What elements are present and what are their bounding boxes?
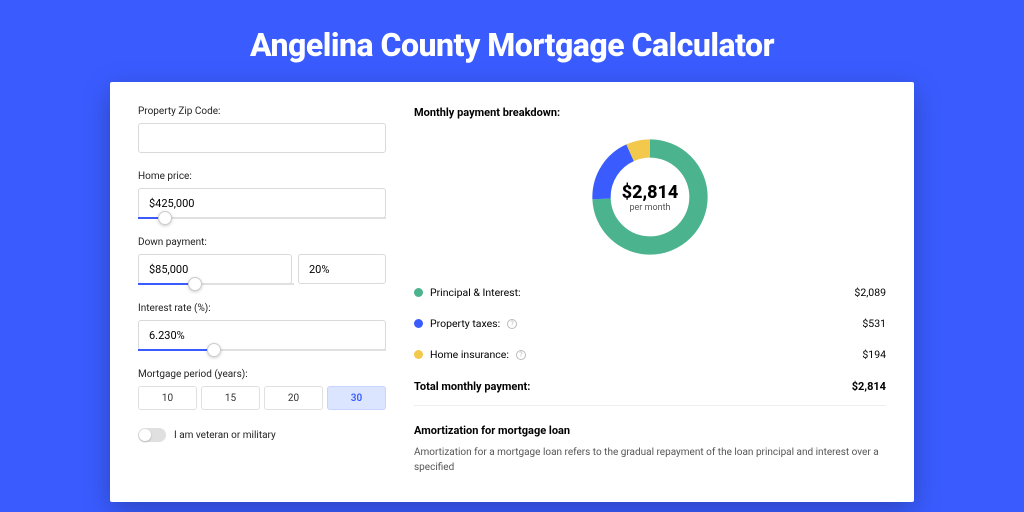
down-payment-group: Down payment:: [138, 237, 386, 285]
period-btn-10[interactable]: 10: [138, 386, 197, 410]
veteran-toggle[interactable]: [138, 428, 166, 442]
donut-chart: $2,814 per month: [586, 133, 714, 261]
interest-rate-input[interactable]: [138, 320, 386, 350]
legend-label: Property taxes:: [430, 317, 500, 330]
donut-chart-wrap: $2,814 per month: [414, 129, 886, 277]
zip-label: Property Zip Code:: [138, 106, 386, 117]
donut-total-amount: $2,814: [622, 182, 679, 203]
interest-rate-label: Interest rate (%):: [138, 303, 386, 314]
legend-dot-icon: [414, 319, 423, 328]
divider: [414, 405, 886, 406]
donut-sub-label: per month: [629, 203, 670, 213]
total-label: Total monthly payment:: [414, 380, 530, 393]
mortgage-period-group: Mortgage period (years): 10152030: [138, 369, 386, 410]
total-row: Total monthly payment: $2,814: [414, 370, 886, 403]
breakdown-title: Monthly payment breakdown:: [414, 106, 886, 119]
period-btn-15[interactable]: 15: [201, 386, 260, 410]
amortization-body: Amortization for a mortgage loan refers …: [414, 445, 886, 475]
interest-rate-slider[interactable]: [138, 349, 386, 351]
veteran-label: I am veteran or military: [174, 430, 276, 441]
down-payment-slider-thumb[interactable]: [188, 277, 202, 291]
veteran-toggle-row: I am veteran or military: [138, 428, 386, 442]
period-btn-20[interactable]: 20: [264, 386, 323, 410]
legend-row: Property taxes:? $531: [414, 308, 886, 339]
zip-field-group: Property Zip Code:: [138, 106, 386, 153]
mortgage-period-label: Mortgage period (years):: [138, 369, 386, 380]
down-payment-amount-input[interactable]: [138, 254, 292, 284]
legend-value: $531: [862, 317, 886, 330]
form-column: Property Zip Code: Home price: Down paym…: [138, 106, 386, 502]
zip-input[interactable]: [138, 123, 386, 153]
home-price-group: Home price:: [138, 171, 386, 219]
interest-rate-slider-thumb[interactable]: [207, 343, 221, 357]
total-value: $2,814: [852, 380, 886, 393]
down-payment-pct-input[interactable]: [298, 254, 386, 284]
breakdown-column: Monthly payment breakdown: $2,814 per mo…: [414, 106, 886, 502]
home-price-slider[interactable]: [138, 217, 386, 219]
interest-rate-group: Interest rate (%):: [138, 303, 386, 351]
legend-value: $194: [862, 348, 886, 361]
down-payment-label: Down payment:: [138, 237, 386, 248]
home-price-slider-thumb[interactable]: [158, 211, 172, 225]
legend-label: Home insurance:: [430, 348, 509, 361]
legend-row: Principal & Interest: $2,089: [414, 277, 886, 308]
down-payment-slider[interactable]: [138, 283, 294, 285]
legend-row: Home insurance:? $194: [414, 339, 886, 370]
legend-dot-icon: [414, 350, 423, 359]
legend-dot-icon: [414, 288, 423, 297]
info-icon[interactable]: ?: [507, 319, 517, 329]
home-price-input[interactable]: [138, 188, 386, 218]
calculator-card: Property Zip Code: Home price: Down paym…: [110, 82, 914, 502]
legend-value: $2,089: [854, 286, 886, 299]
info-icon[interactable]: ?: [516, 350, 526, 360]
page-title: Angelina County Mortgage Calculator: [0, 0, 1024, 82]
period-btn-30[interactable]: 30: [327, 386, 386, 410]
amortization-title: Amortization for mortgage loan: [414, 424, 886, 437]
legend-label: Principal & Interest:: [430, 286, 521, 299]
home-price-label: Home price:: [138, 171, 386, 182]
